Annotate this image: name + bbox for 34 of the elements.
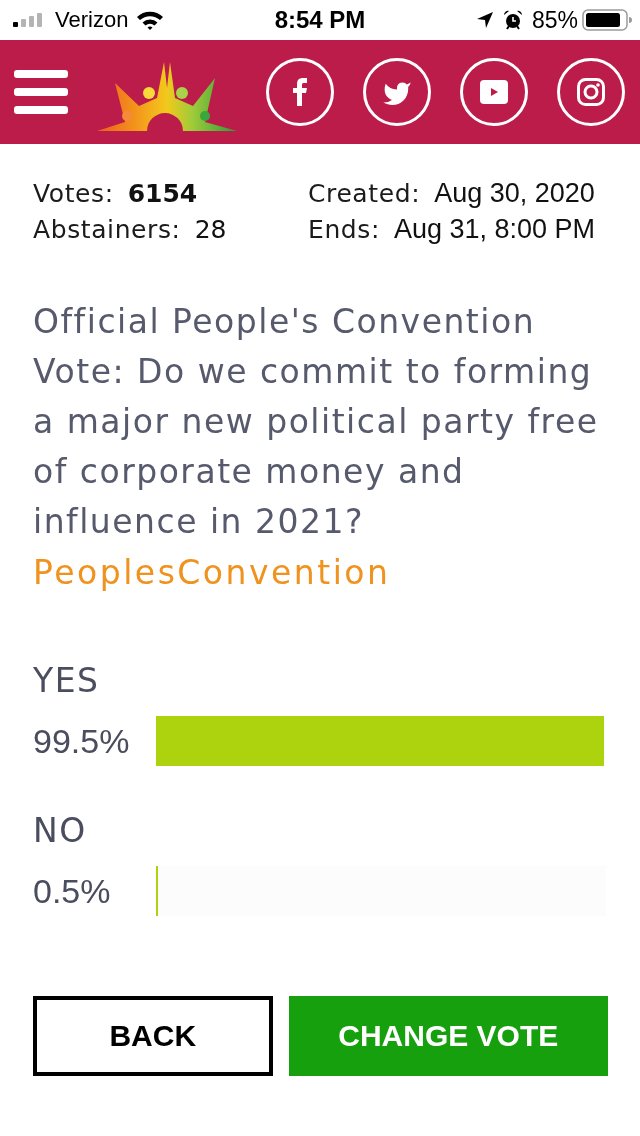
wifi-icon xyxy=(136,10,165,30)
vote-percent: 0.5% xyxy=(33,871,112,911)
social-link[interactable] xyxy=(266,58,334,126)
social-link[interactable] xyxy=(557,58,625,126)
option-label: YES xyxy=(33,660,100,700)
hashtag-link[interactable]: PeoplesConvention xyxy=(33,552,391,592)
stat-value: Aug 31, 8:00 PM xyxy=(393,213,596,245)
stat-label: Votes: xyxy=(33,178,114,208)
stat-label: Abstainers: xyxy=(33,214,181,244)
carrier-name: Verizon xyxy=(55,7,129,33)
bird-icon xyxy=(382,79,412,105)
letter-f-icon xyxy=(293,78,307,106)
camera-icon xyxy=(577,78,605,106)
signal-icon xyxy=(13,13,45,27)
poll-question: Official People's Convention Vote: Do we commit to forming a major new political party free of corporate money and influence in 2021? xyxy=(33,301,600,543)
stat-value: 6154 xyxy=(127,178,198,208)
alarm-clock-icon xyxy=(502,10,523,30)
clock-time: 8:54 PM xyxy=(274,6,366,34)
play-button-icon xyxy=(480,80,508,104)
stat-label: Ends: xyxy=(308,214,380,244)
sunburst-logo-icon[interactable] xyxy=(97,62,237,132)
menu-icon[interactable] xyxy=(14,70,68,114)
social-link[interactable] xyxy=(363,58,431,126)
vote-percent: 99.5% xyxy=(33,721,131,761)
stat-value: 28 xyxy=(194,214,227,244)
back-button[interactable]: BACK xyxy=(33,996,273,1076)
battery-percent: 85% xyxy=(531,6,578,34)
location-arrow-icon xyxy=(476,12,493,28)
change-vote-button[interactable]: CHANGE VOTE xyxy=(288,996,608,1076)
option-label: NO xyxy=(33,810,87,850)
social-link[interactable] xyxy=(460,58,528,126)
stat-value: Aug 30, 2020 xyxy=(434,177,595,209)
battery-icon xyxy=(582,9,632,31)
stat-label: Created: xyxy=(308,178,421,208)
